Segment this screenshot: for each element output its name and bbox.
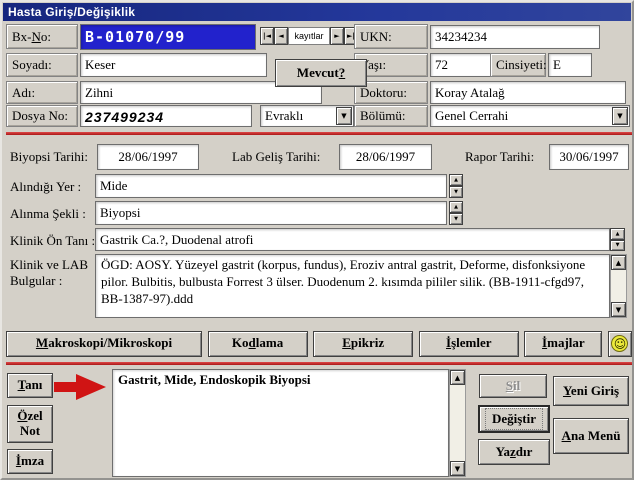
alinma-sekli-label: Alınma Şekli :	[10, 206, 86, 221]
dosya-no-input[interactable]: 237499234	[80, 105, 252, 127]
sil-button: Sil	[479, 374, 547, 398]
smiley-button[interactable]: ☺	[607, 330, 632, 357]
record-nav: |◄ ◄ kayıtlar ► ►|	[260, 27, 358, 45]
bx-no-input[interactable]: B-01070/99	[80, 24, 256, 50]
nav-first-icon: |◄	[263, 32, 271, 40]
ozel-not-button[interactable]: Özel Not	[7, 405, 53, 443]
dosya-no-label: Dosya No:	[6, 105, 78, 127]
spinner-down-button[interactable]: ▼	[449, 186, 463, 198]
imza-button[interactable]: İmza	[7, 449, 53, 474]
bulgular-scrollbar[interactable]: ▲ ▼	[610, 254, 627, 318]
scrollbar-track[interactable]	[450, 385, 465, 461]
yasi-input[interactable]	[430, 53, 498, 77]
red-separator-bottom	[6, 362, 632, 365]
kodlama-button[interactable]: Kodlama	[207, 330, 308, 357]
spinner-down-button[interactable]: ▼	[449, 213, 463, 225]
scroll-up-button[interactable]: ▲	[611, 255, 626, 270]
nav-prev-icon: ◄	[278, 32, 284, 40]
title-bar[interactable]: Hasta Giriş/Değişiklik	[3, 3, 631, 21]
scroll-up-button[interactable]: ▲	[450, 370, 465, 385]
rapor-tarihi-input[interactable]	[549, 144, 629, 170]
klinik-on-tani-label: Klinik Ön Tanı :	[10, 233, 96, 248]
makroskopi-mikroskopi-button[interactable]: Makroskopi/Mikroskopi	[6, 330, 202, 357]
klinik-on-tani-spinner: ▲ ▼	[610, 228, 625, 251]
dropdown-arrow-icon[interactable]: ▼	[612, 107, 628, 125]
epikriz-button[interactable]: Epikriz	[313, 330, 414, 357]
bolumu-dropdown[interactable]: Genel Cerrahi ▼	[430, 105, 630, 127]
red-separator-top	[6, 132, 632, 135]
degistir-button[interactable]: Değiştir	[478, 405, 550, 433]
nav-first-button[interactable]: |◄	[260, 27, 274, 45]
nav-prev-button[interactable]: ◄	[274, 27, 288, 45]
alindigi-yer-label: Alındığı Yer :	[10, 179, 82, 194]
ana-menu-button[interactable]: Ana Menü	[553, 418, 629, 454]
bulgular-label: Klinik ve LAB Bulgular :	[10, 257, 88, 288]
klinik-on-tani-input[interactable]	[95, 228, 610, 251]
window: Hasta Giriş/Değişiklik Bx-No: B-01070/99…	[0, 0, 634, 480]
soyadi-label: Soyadı:	[6, 53, 78, 77]
scrollbar-track[interactable]	[611, 270, 626, 302]
imajlar-button[interactable]: İmajlar	[524, 330, 603, 357]
section-toolbar: Makroskopi/Mikroskopi Kodlama Epikriz İş…	[6, 330, 632, 357]
alinma-sekli-input[interactable]	[95, 201, 447, 225]
biyopsi-tarihi-input[interactable]	[97, 144, 199, 170]
lab-gelis-tarihi-label: Lab Geliş Tarihi:	[232, 149, 321, 164]
cinsiyeti-input[interactable]	[548, 53, 592, 77]
bulgular-textarea[interactable]: ÖGD: AOSY. Yüzeyel gastrit (korpus, fund…	[95, 254, 610, 318]
evrak-dropdown[interactable]: Evraklı ▼	[260, 105, 354, 127]
nav-next-icon: ►	[334, 32, 340, 40]
tani-arrow-icon	[54, 374, 108, 400]
alinma-sekli-spinner: ▲ ▼	[449, 201, 463, 225]
tani-textarea[interactable]: Gastrit, Mide, Endoskopik Biyopsi	[112, 369, 449, 477]
tani-scrollbar[interactable]: ▲ ▼	[449, 369, 466, 477]
islemler-button[interactable]: İşlemler	[418, 330, 519, 357]
scroll-down-button[interactable]: ▼	[450, 461, 465, 476]
soyadi-input[interactable]	[80, 53, 267, 77]
alindigi-yer-input[interactable]	[95, 174, 447, 198]
cinsiyeti-label: Cinsiyeti:	[490, 53, 547, 77]
nav-records-indicator: kayıtlar	[288, 27, 330, 45]
mevcut-button[interactable]: Mevcut?	[275, 59, 367, 87]
spinner-up-button[interactable]: ▲	[449, 174, 463, 186]
ukn-label: UKN:	[354, 24, 428, 49]
yazdir-button[interactable]: Yazdır	[478, 439, 550, 465]
bx-no-label: Bx-No:	[6, 24, 78, 49]
scroll-down-button[interactable]: ▼	[611, 302, 626, 317]
spinner-up-button[interactable]: ▲	[610, 228, 625, 240]
smiley-icon: ☺	[611, 335, 629, 352]
rapor-tarihi-label: Rapor Tarihi:	[465, 149, 535, 164]
window-title: Hasta Giriş/Değişiklik	[8, 5, 136, 19]
bolumu-label: Bölümü:	[354, 105, 428, 127]
biyopsi-tarihi-label: Biyopsi Tarihi:	[10, 149, 88, 164]
yeni-giris-button[interactable]: Yeni Giriş	[553, 376, 629, 406]
nav-next-button[interactable]: ►	[330, 27, 344, 45]
dropdown-arrow-icon[interactable]: ▼	[336, 107, 352, 125]
lab-gelis-tarihi-input[interactable]	[339, 144, 432, 170]
tani-button[interactable]: Tanı	[7, 373, 53, 398]
spinner-up-button[interactable]: ▲	[449, 201, 463, 213]
spinner-down-button[interactable]: ▼	[610, 239, 625, 251]
ukn-input[interactable]	[430, 25, 600, 49]
alindigi-yer-spinner: ▲ ▼	[449, 174, 463, 198]
doktoru-input[interactable]	[430, 81, 626, 104]
adi-label: Adı:	[6, 81, 78, 104]
